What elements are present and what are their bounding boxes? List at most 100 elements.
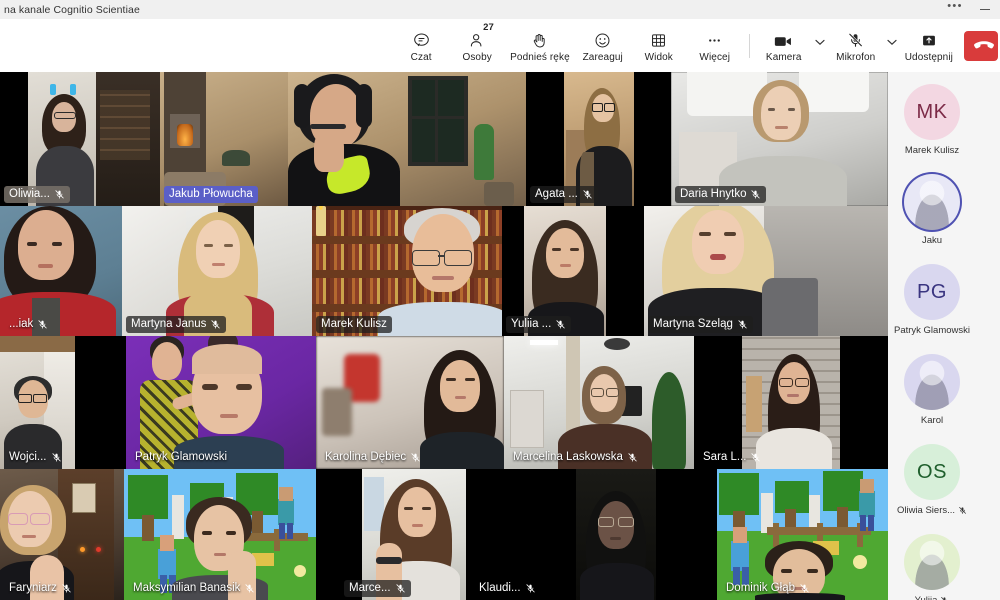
camera-icon <box>774 28 793 49</box>
mic-off-icon <box>245 583 255 593</box>
mic-off-icon <box>38 319 47 329</box>
participant-name: Karolina Dębiec <box>325 450 407 463</box>
roster-participant[interactable]: Yuliia <box>888 528 976 600</box>
roster-participant-name: Patryk Glamowski <box>893 325 970 336</box>
video-tile[interactable]: Faryniarz <box>0 469 124 600</box>
participant-name-badge: ...iak <box>4 316 53 334</box>
video-tile-empty <box>75 336 126 469</box>
share-screen-icon <box>921 28 937 49</box>
mic-off-icon <box>751 452 761 462</box>
video-tile[interactable]: Marce... <box>340 469 470 600</box>
toolbar-label-view: Widok <box>644 52 673 63</box>
toolbar-button-people[interactable]: 27 Osoby <box>449 21 505 70</box>
video-tile[interactable]: Klaudi... <box>470 469 717 600</box>
video-stage: Oliwia... Jakub Płowucha Agata ... Daria… <box>0 72 888 600</box>
participant-name-badge: Wojci... <box>4 449 67 467</box>
leave-call-button[interactable] <box>964 30 998 61</box>
participant-name: Patryk Glamowski <box>135 450 228 463</box>
mic-off-icon <box>738 319 747 329</box>
video-tile[interactable]: Agata ... <box>526 72 671 206</box>
toolbar-label-chat: Czat <box>410 52 432 63</box>
video-row: ...iak Martyna Janus Marek Kulisz Yuliia… <box>0 206 888 336</box>
roster-participant[interactable]: MK Marek Kulisz <box>888 78 976 168</box>
participant-name-badge: Sara L... <box>698 449 766 467</box>
mic-off-icon <box>583 189 592 199</box>
video-tile[interactable]: Yuliia ... <box>502 206 644 336</box>
mic-off-icon <box>847 28 864 49</box>
participant-name-badge: Agata ... <box>530 185 598 203</box>
roster-participant-name: Karol <box>920 415 944 426</box>
toolbar-button-share[interactable]: Udostępnij <box>900 21 958 70</box>
roster-participant[interactable]: PG Patryk Glamowski <box>888 258 976 348</box>
toolbar-divider <box>748 33 750 58</box>
video-feed <box>288 72 526 206</box>
video-tile[interactable]: Martyna Szeląg <box>644 206 888 336</box>
participant-name-badge: Marcelina Laskowska <box>508 449 643 467</box>
video-tile[interactable]: Karolina Dębiec <box>316 336 504 469</box>
video-tile[interactable]: Jakub Płowucha <box>160 72 288 206</box>
video-tile[interactable]: Marcelina Laskowska <box>504 336 694 469</box>
hangup-icon <box>974 40 994 48</box>
roster-participant-name: Oliwia Siers... <box>897 505 967 516</box>
emoji-icon <box>594 28 611 49</box>
toolbar-label-raise-hand: Podnieś rękę <box>510 52 570 63</box>
participant-name-badge: Patryk Glamowski <box>130 449 232 467</box>
mic-off-icon <box>211 319 221 329</box>
video-tile[interactable]: Martyna Janus <box>122 206 312 336</box>
toolbar-button-chat[interactable]: Czat <box>393 21 449 70</box>
avatar-photo <box>904 354 960 410</box>
toolbar-label-react: Zareaguj <box>582 52 623 63</box>
toolbar-button-react[interactable]: Zareaguj <box>575 21 631 70</box>
roster-participant-name: Yuliia <box>915 595 950 600</box>
toolbar-button-microphone[interactable]: Mikrofon <box>828 21 884 70</box>
toolbar-label-share: Udostępnij <box>904 52 953 63</box>
mic-off-icon <box>396 583 405 593</box>
participant-name-badge: Oliwia... <box>4 185 70 203</box>
video-row: Wojci... Patryk Glamowski Karolina Dębie… <box>0 336 888 469</box>
roster-participant[interactable]: Jaku <box>888 168 976 258</box>
toolbar-label-more: Więcej <box>699 52 731 63</box>
participant-name-badge: Faryniarz <box>4 580 77 598</box>
roster-participant[interactable]: Karol <box>888 348 976 438</box>
video-tile[interactable]: Marek Kulisz <box>312 206 502 336</box>
participant-name: Yuliia ... <box>511 317 552 330</box>
toolbar-button-raise-hand[interactable]: Podnieś rękę <box>505 21 575 70</box>
video-tile[interactable]: Sara L... <box>694 336 888 469</box>
participant-name: ...iak <box>9 317 34 330</box>
participant-name: Oliwia... <box>9 187 50 200</box>
ellipsis-icon <box>706 28 723 49</box>
avatar-initials: MK <box>904 84 960 140</box>
avatar-photo <box>904 534 960 590</box>
participant-name: Martyna Janus <box>131 317 207 330</box>
participants-roster[interactable]: MK Marek Kulisz Jaku PG Patryk Glamowski Karo… <box>888 72 1000 600</box>
toolbar-button-view[interactable]: Widok <box>631 21 687 70</box>
roster-participant[interactable]: OS Oliwia Siers... <box>888 438 976 528</box>
video-tile[interactable]: Wojci... <box>0 336 75 469</box>
video-tile[interactable] <box>288 72 526 206</box>
participant-name-badge: Karolina Dębiec <box>320 449 426 467</box>
mic-off-icon <box>940 596 949 600</box>
toolbar-button-camera[interactable]: Kamera <box>756 21 812 70</box>
video-tile[interactable]: ...iak <box>0 206 122 336</box>
video-tile[interactable]: Patryk Glamowski <box>126 336 316 469</box>
mic-off-icon <box>958 506 967 515</box>
window-controls: ••• <box>940 0 1000 19</box>
window-minimize-button[interactable] <box>970 0 1000 19</box>
participant-name: Daria Hnytko <box>680 187 747 200</box>
teams-meeting-window: na kanale Cognitio Scientiae ••• Czat 27… <box>0 0 1000 600</box>
raise-hand-icon <box>531 28 548 49</box>
microphone-chevron-down-icon[interactable] <box>884 18 900 73</box>
video-row: Oliwia... Jakub Płowucha Agata ... Daria… <box>0 72 888 206</box>
video-tile[interactable]: Oliwia... <box>0 72 160 206</box>
window-more-button[interactable]: ••• <box>940 0 970 19</box>
video-tile[interactable]: Maksymilian Banasik <box>124 469 316 600</box>
participant-name: Agata ... <box>535 187 578 200</box>
participant-name-badge: Martyna Janus <box>126 315 227 333</box>
camera-chevron-down-icon[interactable] <box>812 18 828 73</box>
participant-name: Marek Kulisz <box>321 317 387 330</box>
toolbar-button-more[interactable]: Więcej <box>687 21 743 70</box>
video-tile[interactable]: Daria Hnytko <box>671 72 888 206</box>
participant-name: Jakub Płowucha <box>169 187 253 200</box>
video-tile-empty <box>316 469 340 600</box>
video-tile[interactable]: Dominik Głąb <box>717 469 888 600</box>
